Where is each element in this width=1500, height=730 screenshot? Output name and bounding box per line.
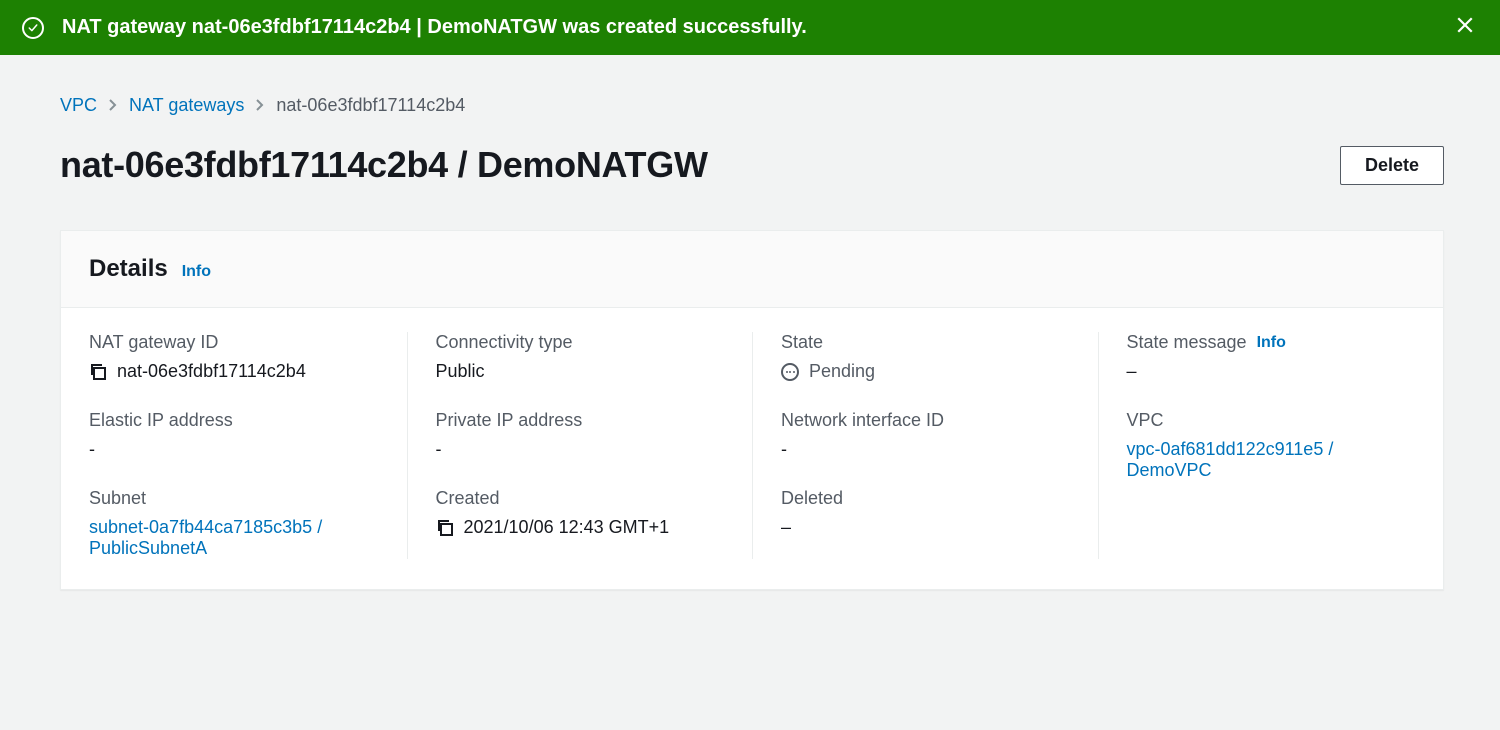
field-value: - xyxy=(89,439,379,460)
field-value: Pending xyxy=(781,361,1070,382)
state-message-label: State message xyxy=(1127,332,1247,353)
details-col-3: State Pending Network interface ID - Del… xyxy=(752,332,1098,559)
field-label: VPC xyxy=(1127,410,1416,431)
field-elastic-ip: Elastic IP address - xyxy=(89,410,379,460)
field-vpc: VPC vpc-0af681dd122c911e5 / DemoVPC xyxy=(1127,410,1416,481)
field-label: Created xyxy=(436,488,725,509)
field-value: - xyxy=(436,439,725,460)
details-card: Details Info NAT gateway ID nat-06e3fdbf… xyxy=(60,230,1444,590)
field-deleted: Deleted – xyxy=(781,488,1070,538)
subnet-link[interactable]: subnet-0a7fb44ca7185c3b5 / PublicSubnetA xyxy=(89,517,379,559)
breadcrumb: VPC NAT gateways nat-06e3fdbf17114c2b4 xyxy=(60,95,1444,116)
check-circle-icon xyxy=(22,17,44,39)
details-col-2: Connectivity type Public Private IP addr… xyxy=(407,332,753,559)
details-grid: NAT gateway ID nat-06e3fdbf17114c2b4 Ela… xyxy=(61,308,1443,589)
details-info-link[interactable]: Info xyxy=(182,263,211,281)
field-label: State xyxy=(781,332,1070,353)
card-header: Details Info xyxy=(61,231,1443,308)
field-created: Created 2021/10/06 12:43 GMT+1 xyxy=(436,488,725,538)
state-value: Pending xyxy=(809,361,875,382)
field-label: Subnet xyxy=(89,488,379,509)
field-private-ip: Private IP address - xyxy=(436,410,725,460)
field-network-interface-id: Network interface ID - xyxy=(781,410,1070,460)
chevron-right-icon xyxy=(107,95,119,116)
field-value: 2021/10/06 12:43 GMT+1 xyxy=(436,517,725,538)
success-banner: NAT gateway nat-06e3fdbf17114c2b4 | Demo… xyxy=(0,0,1500,55)
copy-icon[interactable] xyxy=(436,519,454,537)
created-value: 2021/10/06 12:43 GMT+1 xyxy=(464,517,670,538)
field-value: Public xyxy=(436,361,725,382)
card-title: Details xyxy=(89,255,168,283)
field-value: – xyxy=(781,517,1070,538)
field-state-message: State message Info – xyxy=(1127,332,1416,382)
field-label: NAT gateway ID xyxy=(89,332,379,353)
nat-gateway-id-value: nat-06e3fdbf17114c2b4 xyxy=(117,361,306,382)
field-subnet: Subnet subnet-0a7fb44ca7185c3b5 / Public… xyxy=(89,488,379,559)
field-label: Network interface ID xyxy=(781,410,1070,431)
state-message-info-link[interactable]: Info xyxy=(1257,334,1286,352)
field-label: State message Info xyxy=(1127,332,1416,353)
field-state: State Pending xyxy=(781,332,1070,382)
chevron-right-icon xyxy=(254,95,266,116)
success-message: NAT gateway nat-06e3fdbf17114c2b4 | Demo… xyxy=(62,16,807,39)
field-connectivity-type: Connectivity type Public xyxy=(436,332,725,382)
pending-icon xyxy=(781,363,799,381)
field-value: nat-06e3fdbf17114c2b4 xyxy=(89,361,379,382)
breadcrumb-current: nat-06e3fdbf17114c2b4 xyxy=(276,95,465,116)
breadcrumb-vpc[interactable]: VPC xyxy=(60,95,97,116)
vpc-link[interactable]: vpc-0af681dd122c911e5 / DemoVPC xyxy=(1127,439,1416,481)
close-icon[interactable] xyxy=(1456,16,1474,40)
copy-icon[interactable] xyxy=(89,363,107,381)
details-col-1: NAT gateway ID nat-06e3fdbf17114c2b4 Ela… xyxy=(61,332,407,559)
field-label: Connectivity type xyxy=(436,332,725,353)
field-value: – xyxy=(1127,361,1416,382)
field-label: Elastic IP address xyxy=(89,410,379,431)
breadcrumb-nat-gateways[interactable]: NAT gateways xyxy=(129,95,244,116)
details-col-4: State message Info – VPC vpc-0af681dd122… xyxy=(1098,332,1444,559)
page-title: nat-06e3fdbf17114c2b4 / DemoNATGW xyxy=(60,144,708,186)
field-label: Deleted xyxy=(781,488,1070,509)
field-nat-gateway-id: NAT gateway ID nat-06e3fdbf17114c2b4 xyxy=(89,332,379,382)
delete-button[interactable]: Delete xyxy=(1340,146,1444,185)
field-label: Private IP address xyxy=(436,410,725,431)
title-row: nat-06e3fdbf17114c2b4 / DemoNATGW Delete xyxy=(60,144,1444,186)
field-value: - xyxy=(781,439,1070,460)
